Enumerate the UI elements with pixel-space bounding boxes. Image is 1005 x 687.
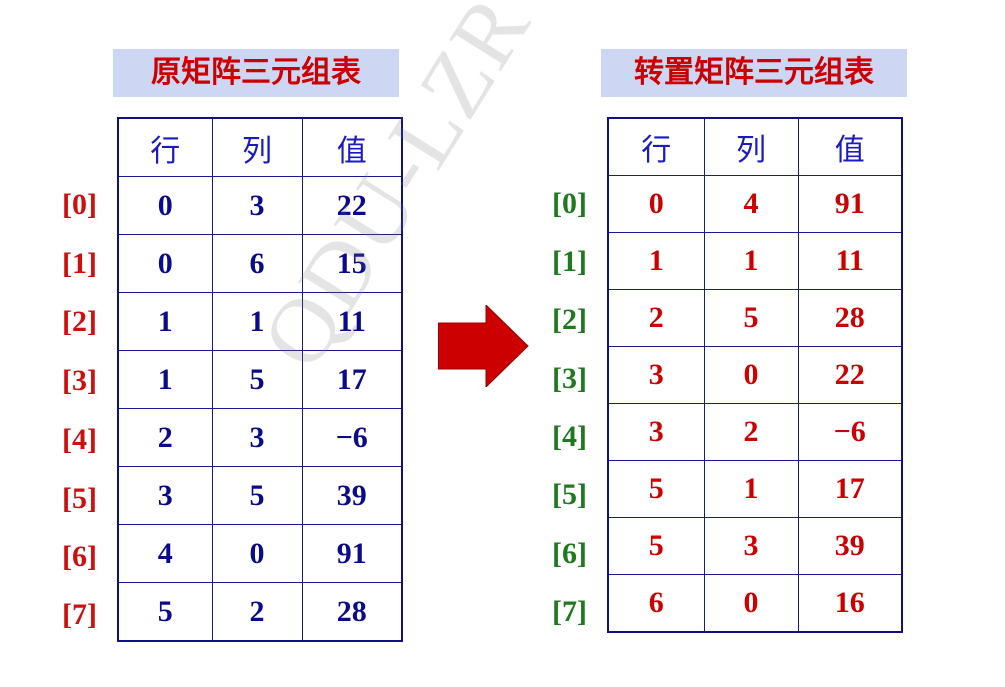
row-index-label: [3] <box>62 364 97 397</box>
row-index-label: [4] <box>552 420 587 453</box>
row-index-label: [5] <box>62 482 97 515</box>
original-table-caption: 原矩阵三元组表 <box>113 49 399 97</box>
table-row: 1 1 11 <box>117 292 403 351</box>
cell-value: 91 <box>301 524 403 583</box>
cell-row: 0 <box>117 176 213 235</box>
cell-row: 1 <box>117 350 213 409</box>
cell-value: 11 <box>301 292 403 351</box>
cell-col: 3 <box>211 408 303 467</box>
table-row: 6 0 16 <box>607 574 903 633</box>
row-index-label: [0] <box>62 188 97 221</box>
cell-col: 0 <box>703 574 799 633</box>
row-index-label: [2] <box>552 303 587 336</box>
cell-col: 1 <box>703 460 799 518</box>
cell-col: 0 <box>703 346 799 404</box>
cell-row: 2 <box>117 408 213 467</box>
cell-row: 3 <box>117 466 213 525</box>
header-value-label: 值 <box>301 117 403 177</box>
row-index-label: [6] <box>62 540 97 573</box>
cell-col: 3 <box>211 176 303 235</box>
table-header-row: 行 列 值 <box>607 117 903 176</box>
cell-row: 0 <box>607 175 705 233</box>
table-header-row: 行 列 值 <box>117 117 403 177</box>
cell-value: −6 <box>301 408 403 467</box>
table-row: 5 3 39 <box>607 517 903 575</box>
table-row: 1 1 11 <box>607 232 903 290</box>
cell-value: 11 <box>797 232 903 290</box>
cell-row: 6 <box>607 574 705 633</box>
header-col-label: 列 <box>703 117 799 176</box>
table-row: 3 2 −6 <box>607 403 903 461</box>
table-row: 3 5 39 <box>117 466 403 525</box>
cell-col: 5 <box>703 289 799 347</box>
cell-col: 3 <box>703 517 799 575</box>
cell-value: 22 <box>301 176 403 235</box>
cell-row: 4 <box>117 524 213 583</box>
cell-value: 39 <box>797 517 903 575</box>
table-row: 5 1 17 <box>607 460 903 518</box>
cell-value: 91 <box>797 175 903 233</box>
cell-value: 15 <box>301 234 403 293</box>
row-index-label: [6] <box>552 537 587 570</box>
transposed-table-caption: 转置矩阵三元组表 <box>601 49 907 97</box>
cell-row: 0 <box>117 234 213 293</box>
table-row: 2 3 −6 <box>117 408 403 467</box>
cell-row: 5 <box>117 582 213 642</box>
cell-col: 5 <box>211 466 303 525</box>
cell-col: 6 <box>211 234 303 293</box>
table-row: 1 5 17 <box>117 350 403 409</box>
cell-value: 16 <box>797 574 903 633</box>
table-row: 3 0 22 <box>607 346 903 404</box>
cell-col: 5 <box>211 350 303 409</box>
cell-row: 1 <box>117 292 213 351</box>
table-row: 0 3 22 <box>117 176 403 235</box>
right-arrow-icon <box>438 305 529 387</box>
row-index-label: [0] <box>552 187 587 220</box>
cell-row: 5 <box>607 517 705 575</box>
cell-value: 39 <box>301 466 403 525</box>
row-index-label: [7] <box>552 595 587 628</box>
cell-col: 1 <box>703 232 799 290</box>
table-row: 0 6 15 <box>117 234 403 293</box>
cell-col: 4 <box>703 175 799 233</box>
original-triple-table: 行 列 值 0 3 22 0 6 15 1 1 11 1 5 17 2 3 −6 3 5 39 4 0 91… <box>117 117 403 642</box>
cell-row: 3 <box>607 403 705 461</box>
header-row-label: 行 <box>607 117 705 176</box>
cell-col: 0 <box>211 524 303 583</box>
transposed-triple-table: 行 列 值 0 4 91 1 1 11 2 5 28 3 0 22 3 2 −6 5 1 17 5 3 39… <box>607 117 903 633</box>
cell-value: 17 <box>797 460 903 518</box>
cell-value: 28 <box>797 289 903 347</box>
cell-value: 28 <box>301 582 403 642</box>
header-row-label: 行 <box>117 117 213 177</box>
row-index-label: [1] <box>62 247 97 280</box>
cell-value: −6 <box>797 403 903 461</box>
cell-row: 2 <box>607 289 705 347</box>
table-row: 4 0 91 <box>117 524 403 583</box>
row-index-label: [4] <box>62 423 97 456</box>
row-index-label: [7] <box>62 598 97 631</box>
cell-value: 22 <box>797 346 903 404</box>
table-row: 5 2 28 <box>117 582 403 642</box>
row-index-label: [5] <box>552 478 587 511</box>
table-row: 2 5 28 <box>607 289 903 347</box>
cell-col: 2 <box>211 582 303 642</box>
row-index-label: [3] <box>552 362 587 395</box>
header-col-label: 列 <box>211 117 303 177</box>
table-row: 0 4 91 <box>607 175 903 233</box>
row-index-label: [1] <box>552 245 587 278</box>
cell-col: 1 <box>211 292 303 351</box>
cell-row: 5 <box>607 460 705 518</box>
cell-row: 3 <box>607 346 705 404</box>
header-value-label: 值 <box>797 117 903 176</box>
cell-row: 1 <box>607 232 705 290</box>
cell-col: 2 <box>703 403 799 461</box>
cell-value: 17 <box>301 350 403 409</box>
row-index-label: [2] <box>62 305 97 338</box>
